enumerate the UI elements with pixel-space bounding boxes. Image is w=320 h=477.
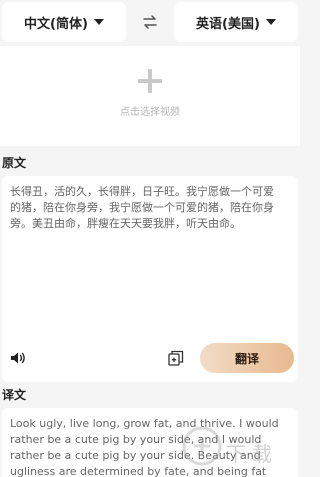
source-text-card: 长得丑，活的久，长得胖，日子旺。我宁愿做一个可爱的猪，陪在你身旁，我宁愿做一个可… (2, 176, 298, 382)
copy-button[interactable] (168, 350, 184, 370)
translate-button[interactable]: 翻译 (200, 343, 294, 373)
speaker-icon (11, 352, 25, 364)
watermark: 下载 (176, 420, 300, 470)
swap-arrows-icon (143, 15, 157, 29)
video-upload-area[interactable]: 点击选择视频 (0, 46, 300, 146)
language-bar: 中文(简体) 英语(美国) (0, 0, 300, 44)
chevron-down-icon (265, 19, 276, 25)
source-text-input[interactable]: 长得丑，活的久，长得胖，日子旺。我宁愿做一个可爱的猪，陪在你身旁，我宁愿做一个可… (10, 184, 280, 232)
source-section-title: 原文 (2, 156, 27, 170)
source-language-label: 中文(简体) (24, 16, 88, 32)
speaker-button[interactable] (10, 350, 26, 369)
source-language-select[interactable]: 中文(简体) (2, 2, 126, 42)
chevron-down-icon (93, 19, 104, 25)
target-language-select[interactable]: 英语(美国) (174, 2, 298, 42)
copy-icon (168, 350, 184, 366)
plus-icon (138, 68, 162, 93)
swap-languages-button[interactable] (132, 2, 168, 42)
watermark-text: 下载 (226, 442, 278, 466)
upload-label: 点击选择视频 (120, 106, 180, 118)
target-section-title: 译文 (2, 388, 27, 402)
watermark-logo-icon (182, 426, 222, 466)
target-language-label: 英语(美国) (196, 16, 260, 32)
